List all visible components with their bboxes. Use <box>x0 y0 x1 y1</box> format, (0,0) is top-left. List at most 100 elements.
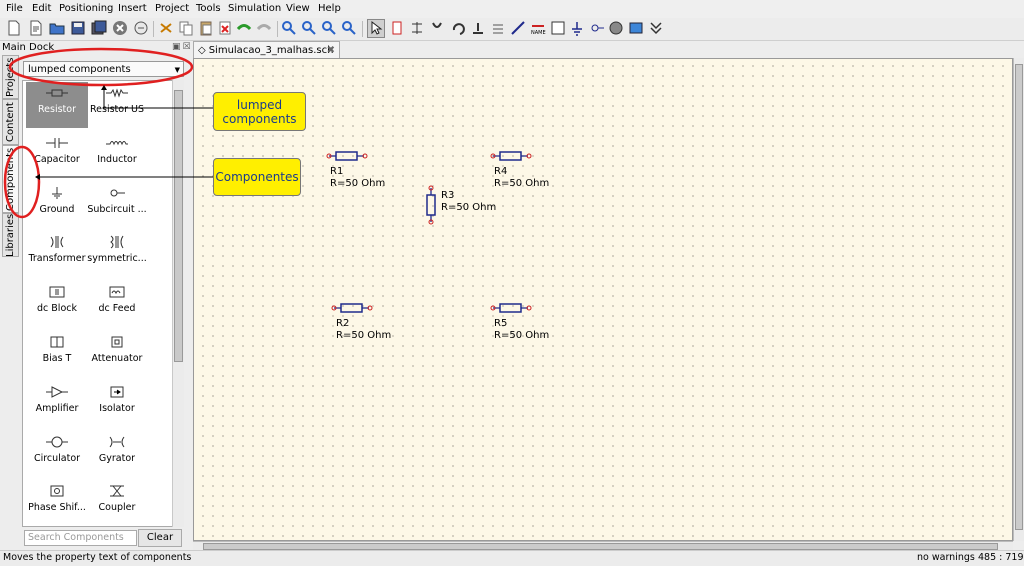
search-components-input[interactable]: Search Components <box>24 530 137 546</box>
tab-projects[interactable]: Projects <box>2 55 19 99</box>
component-label: dc Block <box>37 303 77 315</box>
simulate-icon[interactable] <box>608 20 624 36</box>
resistor-value-label[interactable]: R=50 Ohm <box>494 330 549 341</box>
close-tab-icon[interactable]: ✖ <box>327 42 335 59</box>
menu-help[interactable]: Help <box>318 3 341 14</box>
print-icon[interactable] <box>133 20 149 36</box>
ground-icon[interactable] <box>569 20 585 36</box>
open-folder-icon[interactable] <box>49 20 65 36</box>
document-tab[interactable]: ◇ Simulacao_3_malhas.sch ✖ <box>193 41 340 59</box>
resistor-value-label[interactable]: R=50 Ohm <box>441 202 496 213</box>
component-item-inductor[interactable]: Inductor <box>86 132 148 178</box>
clear-button[interactable]: Clear <box>138 529 182 547</box>
menu-insert[interactable]: Insert <box>118 3 147 14</box>
redo-icon[interactable] <box>256 20 272 36</box>
ground-icon <box>26 182 88 204</box>
edit-properties-icon[interactable] <box>389 20 405 36</box>
close-document-icon[interactable] <box>112 20 128 36</box>
component-item-coupler[interactable]: Coupler <box>86 480 148 526</box>
component-label: Coupler <box>98 502 136 514</box>
copy-icon[interactable] <box>178 20 194 36</box>
resistor-name-label[interactable]: R5 <box>494 318 507 329</box>
align-icon[interactable] <box>490 20 506 36</box>
scrollbar-thumb[interactable] <box>203 543 998 550</box>
new-file-icon[interactable] <box>6 20 22 36</box>
resistor-value-label[interactable]: R=50 Ohm <box>336 330 391 341</box>
toolbar: NAME <box>0 18 1024 41</box>
component-item-symmetric[interactable]: symmetric... <box>86 231 148 277</box>
component-item-gyrator[interactable]: Gyrator <box>86 431 148 477</box>
menu-tools[interactable]: Tools <box>196 3 221 14</box>
resistor-r2[interactable] <box>331 302 373 317</box>
resistor-value-label[interactable]: R=50 Ohm <box>494 178 549 189</box>
cut-icon[interactable] <box>158 20 174 36</box>
select-pointer-icon[interactable] <box>367 19 385 38</box>
equation-icon[interactable] <box>550 20 566 36</box>
component-item-transformer[interactable]: Transformer <box>26 231 88 277</box>
mirror-y-icon[interactable] <box>429 20 445 36</box>
component-label: Inductor <box>97 153 137 165</box>
menu-view[interactable]: View <box>286 3 310 14</box>
resistor-value-label[interactable]: R=50 Ohm <box>330 178 385 189</box>
undo-icon[interactable] <box>236 20 252 36</box>
canvas-vertical-scrollbar[interactable] <box>1013 58 1024 541</box>
zoom-selection-icon[interactable] <box>301 20 317 36</box>
activate-icon[interactable] <box>470 20 486 36</box>
resistor-name-label[interactable]: R1 <box>330 166 343 177</box>
component-item-bias-t[interactable]: Bias T <box>26 331 88 377</box>
component-item-resistor-us[interactable]: Resistor US <box>86 82 148 128</box>
delete-icon[interactable] <box>217 20 233 36</box>
tab-content[interactable]: Content <box>2 99 19 145</box>
component-item-dc-feed[interactable]: dc Feed <box>86 281 148 327</box>
rotate-icon[interactable] <box>450 20 466 36</box>
save-icon[interactable] <box>70 20 86 36</box>
save-all-icon[interactable] <box>91 20 107 36</box>
resistor-r1[interactable] <box>326 150 368 165</box>
menu-file[interactable]: File <box>6 3 23 14</box>
component-item-capacitor[interactable]: Capacitor <box>26 132 88 178</box>
display-data-icon[interactable] <box>628 20 644 36</box>
resistor-name-label[interactable]: R3 <box>441 190 454 201</box>
component-library-icon[interactable] <box>648 20 664 36</box>
component-item-circulator[interactable]: Circulator <box>26 431 88 477</box>
scrollbar-thumb[interactable] <box>1015 64 1023 530</box>
resistor-r4[interactable] <box>490 150 532 165</box>
menu-edit[interactable]: Edit <box>32 3 51 14</box>
component-category-select[interactable]: lumped components ▼ <box>23 61 184 77</box>
tab-components[interactable]: Components <box>2 145 19 213</box>
menu-project[interactable]: Project <box>155 3 189 14</box>
annotation-componentes: Componentes <box>213 158 301 196</box>
component-item-dc-block[interactable]: dc Block <box>26 281 88 327</box>
menu-simulation[interactable]: Simulation <box>228 3 281 14</box>
paste-icon[interactable] <box>198 20 214 36</box>
svg-text:NAME: NAME <box>531 30 546 36</box>
new-text-icon[interactable] <box>28 20 44 36</box>
zoom-in-icon[interactable] <box>321 20 337 36</box>
tab-libraries[interactable]: Libraries <box>2 213 19 257</box>
resistor-r5[interactable] <box>490 302 532 317</box>
component-item-attenuator[interactable]: Attenuator <box>86 331 148 377</box>
dock-float-close-buttons[interactable]: ▣☒ <box>172 42 193 52</box>
port-icon[interactable] <box>589 20 605 36</box>
component-item-subcircuit[interactable]: Subcircuit ... <box>86 182 148 228</box>
component-item-isolator[interactable]: Isolator <box>86 381 148 427</box>
chevron-down-icon: ▼ <box>174 66 180 74</box>
component-item-ground[interactable]: Ground <box>26 182 88 228</box>
component-list-scrollbar[interactable] <box>172 80 184 527</box>
wire-label-icon[interactable]: NAME <box>530 20 546 36</box>
resistor-r3[interactable] <box>425 185 437 228</box>
mirror-x-icon[interactable] <box>409 20 425 36</box>
zoom-fit-icon[interactable] <box>281 20 297 36</box>
category-value: lumped components <box>28 64 131 75</box>
component-item-resistor[interactable]: Resistor <box>26 82 88 128</box>
zoom-out-icon[interactable] <box>341 20 357 36</box>
scrollbar-thumb[interactable] <box>174 90 183 362</box>
resistor-name-label[interactable]: R2 <box>336 318 349 329</box>
resistor-name-label[interactable]: R4 <box>494 166 507 177</box>
component-label: Bias T <box>42 353 72 364</box>
component-item-phase-shif[interactable]: Phase Shif... <box>26 480 88 526</box>
schematic-canvas[interactable] <box>193 58 1013 541</box>
wire-icon[interactable] <box>510 20 526 36</box>
component-item-amplifier[interactable]: Amplifier <box>26 381 88 427</box>
menu-positioning[interactable]: Positioning <box>59 3 113 14</box>
